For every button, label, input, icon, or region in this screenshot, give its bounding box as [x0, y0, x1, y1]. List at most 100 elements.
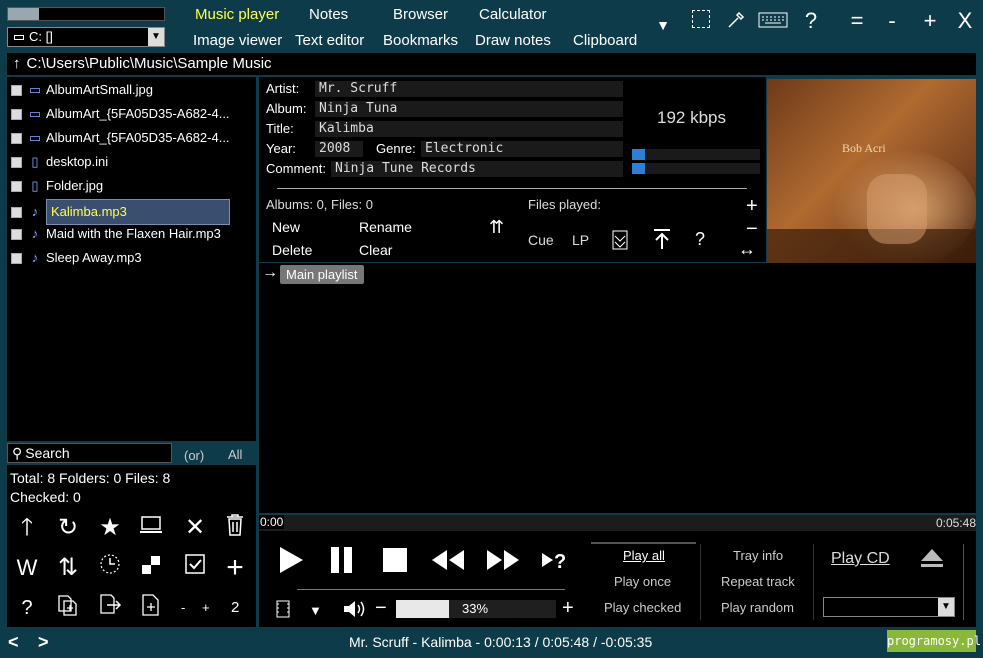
- add-playlist-icon[interactable]: +: [746, 195, 758, 218]
- play-icon[interactable]: [277, 545, 305, 578]
- file-list-item[interactable]: ♪ Sleep Away.mp3: [11, 247, 142, 269]
- font-increase-button[interactable]: +: [202, 600, 210, 615]
- drive-select[interactable]: C: [] ▼: [7, 27, 165, 47]
- menu-browser[interactable]: Browser: [393, 6, 448, 23]
- checkbox-icon[interactable]: [180, 553, 210, 583]
- comment-field[interactable]: Ninja Tune Records: [331, 161, 623, 177]
- lp-button[interactable]: LP: [572, 232, 589, 248]
- play-cd-button[interactable]: Play CD: [831, 550, 890, 568]
- file-checkbox[interactable]: [11, 109, 22, 121]
- path-bar[interactable]: ↑ C:\Users\Public\Music\Sample Music: [7, 53, 976, 75]
- film-icon[interactable]: [275, 600, 291, 621]
- font-decrease-button[interactable]: -: [181, 600, 185, 615]
- menu-draw-notes[interactable]: Draw notes: [475, 32, 551, 49]
- add-icon[interactable]: +: [220, 553, 250, 583]
- menu-bookmarks[interactable]: Bookmarks: [383, 32, 458, 49]
- file-list-item[interactable]: ▯ Folder.jpg: [11, 175, 103, 197]
- genre-field[interactable]: Electronic: [421, 141, 623, 157]
- menu-icon[interactable]: =: [844, 10, 870, 32]
- computer-icon[interactable]: [136, 513, 166, 543]
- copy-icon[interactable]: [53, 593, 83, 623]
- rename-button[interactable]: Rename: [359, 219, 412, 235]
- eject-icon[interactable]: [919, 547, 945, 572]
- file-list-item[interactable]: ♪ Kalimba.mp3: [11, 199, 230, 225]
- menu-clipboard[interactable]: Clipboard: [573, 32, 637, 49]
- seek-bar[interactable]: 0:00 0:05:48: [259, 515, 976, 531]
- trash-icon[interactable]: [220, 513, 250, 543]
- playlist-area[interactable]: → Main playlist: [259, 263, 976, 513]
- menu-music-player[interactable]: Music player: [195, 6, 279, 23]
- file-list-item[interactable]: ▯ desktop.ini: [11, 151, 108, 173]
- file-checkbox[interactable]: [11, 133, 22, 145]
- menu-calculator[interactable]: Calculator: [479, 6, 547, 23]
- chevron-down-icon[interactable]: ▼: [938, 598, 954, 616]
- repeat-track-option[interactable]: Repeat track: [721, 574, 795, 589]
- playlist-help-icon[interactable]: ?: [695, 229, 705, 250]
- year-field[interactable]: 2008: [315, 141, 363, 157]
- volume-up-button[interactable]: +: [562, 597, 574, 620]
- file-checkbox[interactable]: [11, 229, 22, 241]
- move-icon[interactable]: [95, 593, 125, 623]
- help-icon[interactable]: ?: [798, 10, 824, 32]
- playlist-image-icon[interactable]: [612, 230, 628, 253]
- star-icon[interactable]: ★: [95, 513, 125, 543]
- fast-forward-icon[interactable]: [486, 549, 520, 574]
- new-button[interactable]: New: [272, 219, 300, 235]
- forward-icon[interactable]: >: [38, 632, 49, 653]
- search-input[interactable]: ⚲ Search: [7, 443, 172, 463]
- resize-icon[interactable]: ↔: [738, 239, 756, 260]
- minimize-icon[interactable]: -: [879, 10, 905, 32]
- stop-icon[interactable]: [382, 547, 408, 576]
- file-list-item[interactable]: ▭ AlbumArtSmall.jpg: [11, 79, 153, 101]
- play-random-option[interactable]: Play random: [721, 600, 794, 615]
- volume-down-button[interactable]: −: [375, 597, 387, 620]
- help-icon[interactable]: ?: [12, 593, 42, 623]
- keyboard-icon[interactable]: [757, 10, 789, 32]
- sort-icon[interactable]: ⇅: [53, 553, 83, 583]
- up-arrow-icon[interactable]: ↑: [13, 55, 21, 72]
- close-icon[interactable]: X: [952, 10, 978, 32]
- delete-button[interactable]: Delete: [272, 242, 312, 258]
- up-arrow-icon[interactable]: 🡑: [12, 513, 42, 543]
- file-checkbox[interactable]: [11, 207, 22, 219]
- file-list-item[interactable]: ▭ AlbumArt_{5FA05D35-A682-4...: [11, 127, 230, 149]
- back-icon[interactable]: <: [8, 632, 19, 653]
- play-once-option[interactable]: Play once: [614, 574, 671, 589]
- file-checkbox[interactable]: [11, 253, 22, 265]
- close-icon[interactable]: ✕: [180, 513, 210, 543]
- file-checkbox[interactable]: [11, 85, 22, 97]
- menu-text-editor[interactable]: Text editor: [295, 32, 364, 49]
- w-button[interactable]: W: [12, 553, 42, 583]
- menu-notes[interactable]: Notes: [309, 6, 348, 23]
- play-checked-option[interactable]: Play checked: [604, 600, 681, 615]
- rewind-icon[interactable]: [431, 549, 465, 574]
- remove-playlist-icon[interactable]: −: [746, 218, 758, 241]
- maximize-icon[interactable]: +: [917, 10, 943, 32]
- title-field[interactable]: Kalimba: [315, 121, 623, 137]
- artist-field[interactable]: Mr. Scruff: [315, 81, 623, 97]
- move-top-icon[interactable]: [652, 228, 672, 253]
- all-button[interactable]: All: [228, 447, 242, 462]
- eyedropper-icon[interactable]: [723, 10, 749, 34]
- checker-icon[interactable]: [136, 553, 166, 583]
- file-list[interactable]: ▭ AlbumArtSmall.jpg ▭ AlbumArt_{5FA05D35-A6…: [7, 77, 256, 441]
- clock-icon[interactable]: [95, 553, 125, 583]
- tray-info-option[interactable]: Tray info: [733, 548, 783, 563]
- tab-main-playlist[interactable]: Main playlist: [280, 265, 364, 284]
- cue-button[interactable]: Cue: [528, 232, 554, 248]
- play-all-option[interactable]: Play all: [623, 548, 665, 563]
- volume-slider[interactable]: 33%: [396, 600, 556, 618]
- file-checkbox[interactable]: [11, 157, 22, 169]
- new-file-icon[interactable]: [136, 593, 166, 623]
- collapse-icon[interactable]: ⇈: [489, 217, 504, 238]
- menu-image-viewer[interactable]: Image viewer: [193, 32, 282, 49]
- refresh-icon[interactable]: ↻: [53, 513, 83, 543]
- chevron-down-icon[interactable]: ▼: [309, 603, 322, 618]
- cd-drive-select[interactable]: ▼: [823, 597, 955, 617]
- pause-icon[interactable]: [329, 546, 355, 577]
- dropdown-icon[interactable]: ▼: [650, 14, 676, 36]
- file-list-item[interactable]: ♪ Maid with the Flaxen Hair.mp3: [11, 223, 221, 245]
- volume-icon[interactable]: [342, 599, 366, 622]
- chevron-down-icon[interactable]: ▼: [148, 28, 164, 46]
- selection-icon[interactable]: [688, 10, 714, 32]
